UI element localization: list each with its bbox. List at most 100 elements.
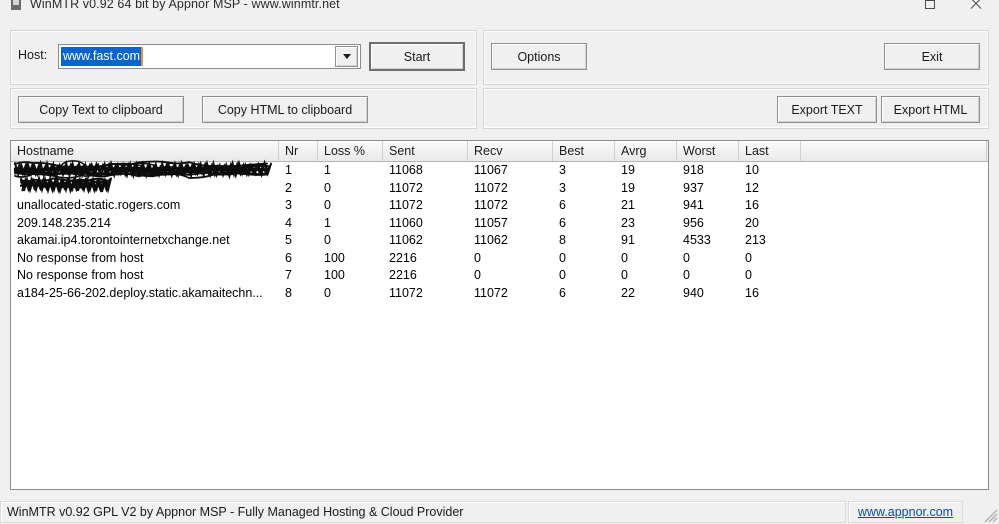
cell-best: 6 (559, 215, 566, 230)
cell-sent: 11072 (389, 180, 423, 195)
column-header-blank[interactable] (801, 141, 987, 161)
window-title: WinMTR v0.92 64 bit by Appnor MSP - www.… (30, 0, 340, 11)
cell-hostname: unallocated-static.rogers.com (17, 198, 181, 212)
cell-recv: 11072 (474, 198, 508, 212)
cell-best: 3 (559, 163, 566, 177)
cell-best: 3 (559, 180, 566, 195)
status-bar-text: WinMTR v0.92 GPL V2 by Appnor MSP - Full… (0, 501, 846, 523)
cell-avrg: 91 (621, 233, 635, 247)
table-row[interactable]: No response from host 7 100 2216 0 0 0 0 0 (11, 267, 988, 285)
trace-results-table: Hostname Nr Loss % Sent Recv Best Avrg Worst Las… (10, 140, 989, 490)
host-dropdown-button[interactable] (335, 46, 358, 67)
cell-worst: 956 (683, 215, 704, 230)
host-label: Host: (18, 48, 48, 62)
table-row[interactable]: a184-25-66-202.deploy.static.akamaitechn… (11, 285, 988, 303)
close-icon[interactable] (953, 0, 999, 17)
cell-sent: 11060 (389, 215, 423, 230)
start-button[interactable]: Start (369, 42, 465, 71)
column-header-recv[interactable]: Recv (468, 141, 553, 161)
table-body: 1 1 11068 11067 3 19 918 10 2 0 11072 11072 3 19 937 12… (11, 159, 988, 303)
table-row[interactable]: No response from host 6 100 2216 0 0 0 0 0 (11, 250, 988, 268)
cell-worst: 4533 (683, 233, 711, 247)
cell-last: 20 (745, 215, 759, 230)
cell-nr: 4 (285, 215, 292, 230)
cell-nr: 8 (285, 285, 292, 300)
column-header-loss[interactable]: Loss % (318, 141, 383, 161)
table-row[interactable]: unallocated-static.rogers.com 3 0 11072 1107… (11, 197, 988, 215)
cell-recv: 11062 (474, 233, 508, 247)
cell-best: 8 (559, 233, 566, 247)
column-header-best[interactable]: Best (553, 141, 615, 161)
cell-loss: 0 (324, 285, 331, 300)
cell-sent: 11072 (389, 285, 423, 300)
cell-worst: 918 (683, 163, 704, 177)
table-row[interactable]: 209.148.235.214 4 1 11060 11057 6 23 956 20 (11, 215, 988, 233)
cell-nr: 5 (285, 233, 292, 247)
app-icon (8, 0, 24, 12)
column-header-nr[interactable]: Nr (279, 141, 318, 161)
column-header-last[interactable]: Last (739, 141, 801, 161)
cell-loss: 100 (324, 250, 345, 265)
cell-hostname: a184-25-66-202.deploy.static.akamaitechn… (17, 285, 263, 300)
table-row[interactable]: 2 0 11072 11072 3 19 937 12 (11, 180, 988, 198)
cell-best: 6 (559, 198, 566, 212)
cell-hostname: No response from host (17, 250, 144, 265)
title-bar: WinMTR v0.92 64 bit by Appnor MSP - www.… (0, 0, 999, 17)
cell-nr: 3 (285, 198, 292, 212)
table-row[interactable]: akamai.ip4.torontointernetxchange.net 5 0 1… (11, 232, 988, 250)
cell-avrg: 21 (621, 198, 635, 212)
table-row[interactable]: 1 1 11068 11067 3 19 918 10 (11, 162, 988, 180)
maximize-icon[interactable] (907, 0, 953, 17)
options-button[interactable]: Options (491, 43, 587, 70)
cell-worst: 941 (683, 198, 704, 212)
cell-avrg: 23 (621, 215, 635, 230)
column-header-worst[interactable]: Worst (677, 141, 739, 161)
status-bar: WinMTR v0.92 GPL V2 by Appnor MSP - Full… (0, 498, 999, 524)
cell-loss: 100 (324, 268, 345, 282)
cell-avrg: 0 (621, 250, 628, 265)
status-bar-link-cell[interactable]: www.appnor.com (848, 501, 963, 523)
column-header-sent[interactable]: Sent (383, 141, 468, 161)
column-header-hostname[interactable]: Hostname (11, 141, 279, 161)
copy-text-to-clipboard-button[interactable]: Copy Text to clipboard (18, 96, 184, 123)
cell-best: 0 (559, 268, 566, 282)
cell-loss: 1 (324, 215, 331, 230)
cell-avrg: 22 (621, 285, 635, 300)
cell-last: 10 (745, 163, 759, 177)
cell-sent: 2216 (389, 250, 417, 265)
column-header-avrg[interactable]: Avrg (615, 141, 677, 161)
cell-sent: 11072 (389, 198, 423, 212)
cell-sent: 11068 (389, 163, 423, 177)
cell-nr: 2 (285, 180, 292, 195)
cell-loss: 1 (324, 163, 331, 177)
cell-avrg: 0 (621, 268, 628, 282)
cell-avrg: 19 (621, 180, 635, 195)
cell-loss: 0 (324, 198, 331, 212)
cell-loss: 0 (324, 180, 331, 195)
cell-last: 213 (745, 233, 766, 247)
winmtr-window: WinMTR v0.92 64 bit by Appnor MSP - www.… (0, 0, 999, 524)
cell-recv: 11072 (474, 285, 508, 300)
cell-nr: 1 (285, 163, 292, 177)
cell-sent: 2216 (389, 268, 417, 282)
cell-recv: 11067 (474, 163, 508, 177)
cell-best: 0 (559, 250, 566, 265)
cell-last: 0 (745, 268, 752, 282)
export-html-button[interactable]: Export HTML (881, 96, 980, 123)
resize-grip[interactable] (982, 507, 998, 523)
cell-hostname: No response from host (17, 268, 144, 282)
copy-html-to-clipboard-button[interactable]: Copy HTML to clipboard (202, 96, 368, 123)
cell-recv: 11072 (474, 180, 508, 195)
host-combobox[interactable]: www.fast.com (58, 44, 361, 69)
cell-recv: 0 (474, 250, 481, 265)
host-input[interactable]: www.fast.com (59, 45, 335, 68)
cell-recv: 0 (474, 268, 481, 282)
export-text-button[interactable]: Export TEXT (777, 96, 877, 123)
cell-sent: 11062 (389, 233, 423, 247)
exit-button[interactable]: Exit (884, 43, 980, 70)
window-controls (907, 0, 999, 17)
appnor-link[interactable]: www.appnor.com (858, 505, 953, 519)
cell-nr: 7 (285, 268, 292, 282)
cell-last: 12 (745, 180, 759, 195)
cell-worst: 940 (683, 285, 704, 300)
